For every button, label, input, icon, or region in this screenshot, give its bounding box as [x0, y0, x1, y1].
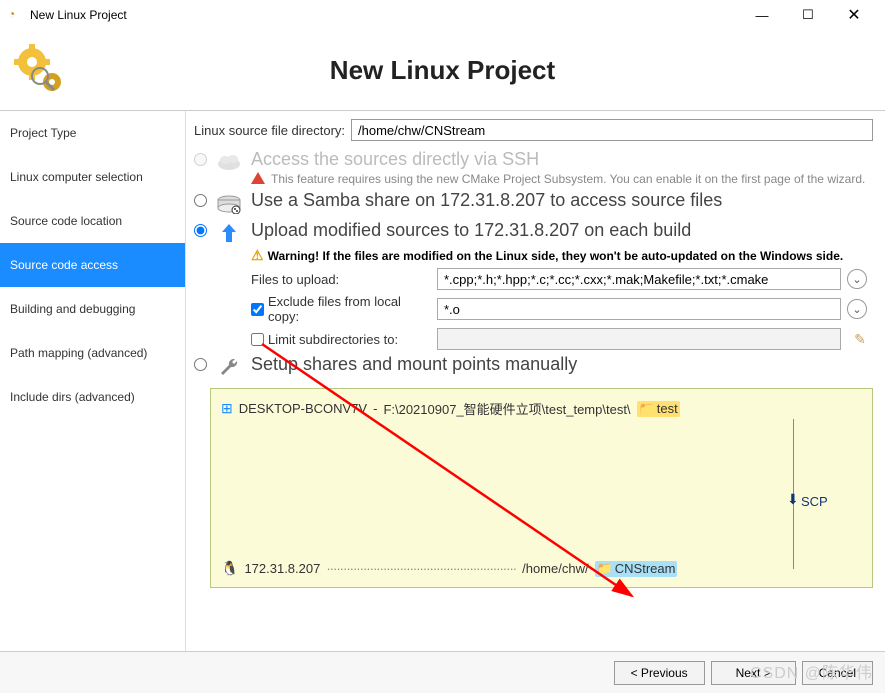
minimize-button[interactable]: — [739, 0, 785, 30]
content: Linux source file directory: Access the … [185, 111, 885, 651]
app-icon: ◔ [8, 7, 24, 23]
scp-label: SCP [801, 494, 828, 509]
sidebar: Project Type Linux computer selection So… [0, 111, 185, 651]
exclude-label: Exclude files from local copy: [268, 294, 431, 324]
sidebar-item-linux-computer[interactable]: Linux computer selection [0, 155, 185, 199]
windows-folder-name: test [657, 401, 678, 416]
upload-config: Files to upload: ⌄ Exclude files from lo… [251, 268, 885, 350]
maximize-button[interactable]: ☐ [785, 0, 831, 30]
exclude-row: Exclude files from local copy: [251, 294, 431, 324]
upload-warning: ⚠ Warning! If the files are modified on … [251, 247, 885, 264]
diagram-windows-row: ⊞ DESKTOP-BCONV7V - F:\20210907_智能硬件立项\t… [221, 399, 862, 418]
limit-row: Limit subdirectories to: [251, 332, 431, 347]
warning-icon: ⚠ [251, 247, 264, 264]
directory-input[interactable] [351, 119, 873, 141]
upload-warning-text: Warning! If the files are modified on th… [268, 249, 844, 263]
option-ssh-title: Access the sources directly via SSH [251, 149, 885, 170]
windows-path: F:\20210907_智能硬件立项\test_temp\test\ [383, 399, 630, 418]
sidebar-item-path-mapping[interactable]: Path mapping (advanced) [0, 331, 185, 375]
titlebar: ◔ New Linux Project — ☐ ✕ [0, 0, 885, 30]
triangle-icon [251, 172, 265, 184]
limit-label: Limit subdirectories to: [268, 332, 398, 347]
option-manual-radio[interactable] [194, 358, 207, 371]
exclude-dropdown[interactable]: ⌄ [847, 299, 867, 319]
close-button[interactable]: ✕ [831, 0, 877, 30]
sidebar-item-project-type[interactable]: Project Type [0, 111, 185, 155]
upload-icon [213, 220, 245, 246]
page-title: New Linux Project [185, 55, 885, 86]
windows-icon: ⊞ [221, 400, 233, 417]
scp-arrow-icon: ⬇ [787, 491, 799, 508]
drive-icon [213, 190, 245, 216]
option-ssh[interactable]: Access the sources directly via SSH This… [194, 149, 885, 186]
files-dropdown[interactable]: ⌄ [847, 269, 867, 289]
linux-folder-name: CNStream [615, 561, 676, 576]
option-samba-title: Use a Samba share on 172.31.8.207 to acc… [251, 190, 885, 211]
limit-checkbox[interactable] [251, 333, 264, 346]
diagram-dots: ········································… [326, 561, 516, 576]
window-title: New Linux Project [30, 8, 739, 22]
previous-button[interactable]: < Previous [614, 661, 705, 685]
files-label: Files to upload: [251, 272, 431, 287]
windows-folder: 📁test [637, 401, 680, 417]
sidebar-item-building[interactable]: Building and debugging [0, 287, 185, 331]
exclude-input[interactable] [437, 298, 841, 320]
main: Project Type Linux computer selection So… [0, 111, 885, 651]
option-samba[interactable]: Use a Samba share on 172.31.8.207 to acc… [194, 190, 885, 216]
option-ssh-radio [194, 153, 207, 166]
limit-edit-icon[interactable]: ✎ [847, 331, 873, 348]
linux-folder: 📁CNStream [595, 561, 678, 577]
option-samba-radio[interactable] [194, 194, 207, 207]
option-upload[interactable]: Upload modified sources to 172.31.8.207 … [194, 220, 885, 350]
linux-host: 172.31.8.207 [244, 561, 320, 576]
transfer-diagram: ⊞ DESKTOP-BCONV7V - F:\20210907_智能硬件立项\t… [210, 388, 873, 588]
limit-input [437, 328, 841, 350]
diagram-sep: - [373, 401, 377, 416]
directory-label: Linux source file directory: [194, 123, 345, 138]
option-upload-title: Upload modified sources to 172.31.8.207 … [251, 220, 885, 241]
watermark: CSDN @陈华伟 [750, 659, 873, 683]
linux-icon: 🐧 [221, 560, 238, 577]
wrench-icon [213, 354, 245, 380]
wizard-icon [0, 40, 185, 100]
option-manual[interactable]: Setup shares and mount points manually [194, 354, 885, 380]
files-input[interactable] [437, 268, 841, 290]
option-ssh-sub: This feature requires using the new CMak… [251, 172, 885, 186]
cloud-icon [213, 149, 245, 175]
directory-row: Linux source file directory: [194, 119, 885, 141]
option-upload-radio[interactable] [194, 224, 207, 237]
exclude-checkbox[interactable] [251, 303, 264, 316]
sidebar-item-source-access[interactable]: Source code access [0, 243, 185, 287]
option-ssh-sub-text: This feature requires using the new CMak… [271, 172, 865, 186]
diagram-linux-row: 🐧 172.31.8.207 ·························… [221, 560, 862, 577]
sidebar-item-source-location[interactable]: Source code location [0, 199, 185, 243]
option-manual-title: Setup shares and mount points manually [251, 354, 885, 375]
sidebar-item-include-dirs[interactable]: Include dirs (advanced) [0, 375, 185, 419]
windows-host: DESKTOP-BCONV7V [239, 401, 367, 416]
header: New Linux Project [0, 30, 885, 110]
linux-path: /home/chw/ [522, 561, 588, 576]
